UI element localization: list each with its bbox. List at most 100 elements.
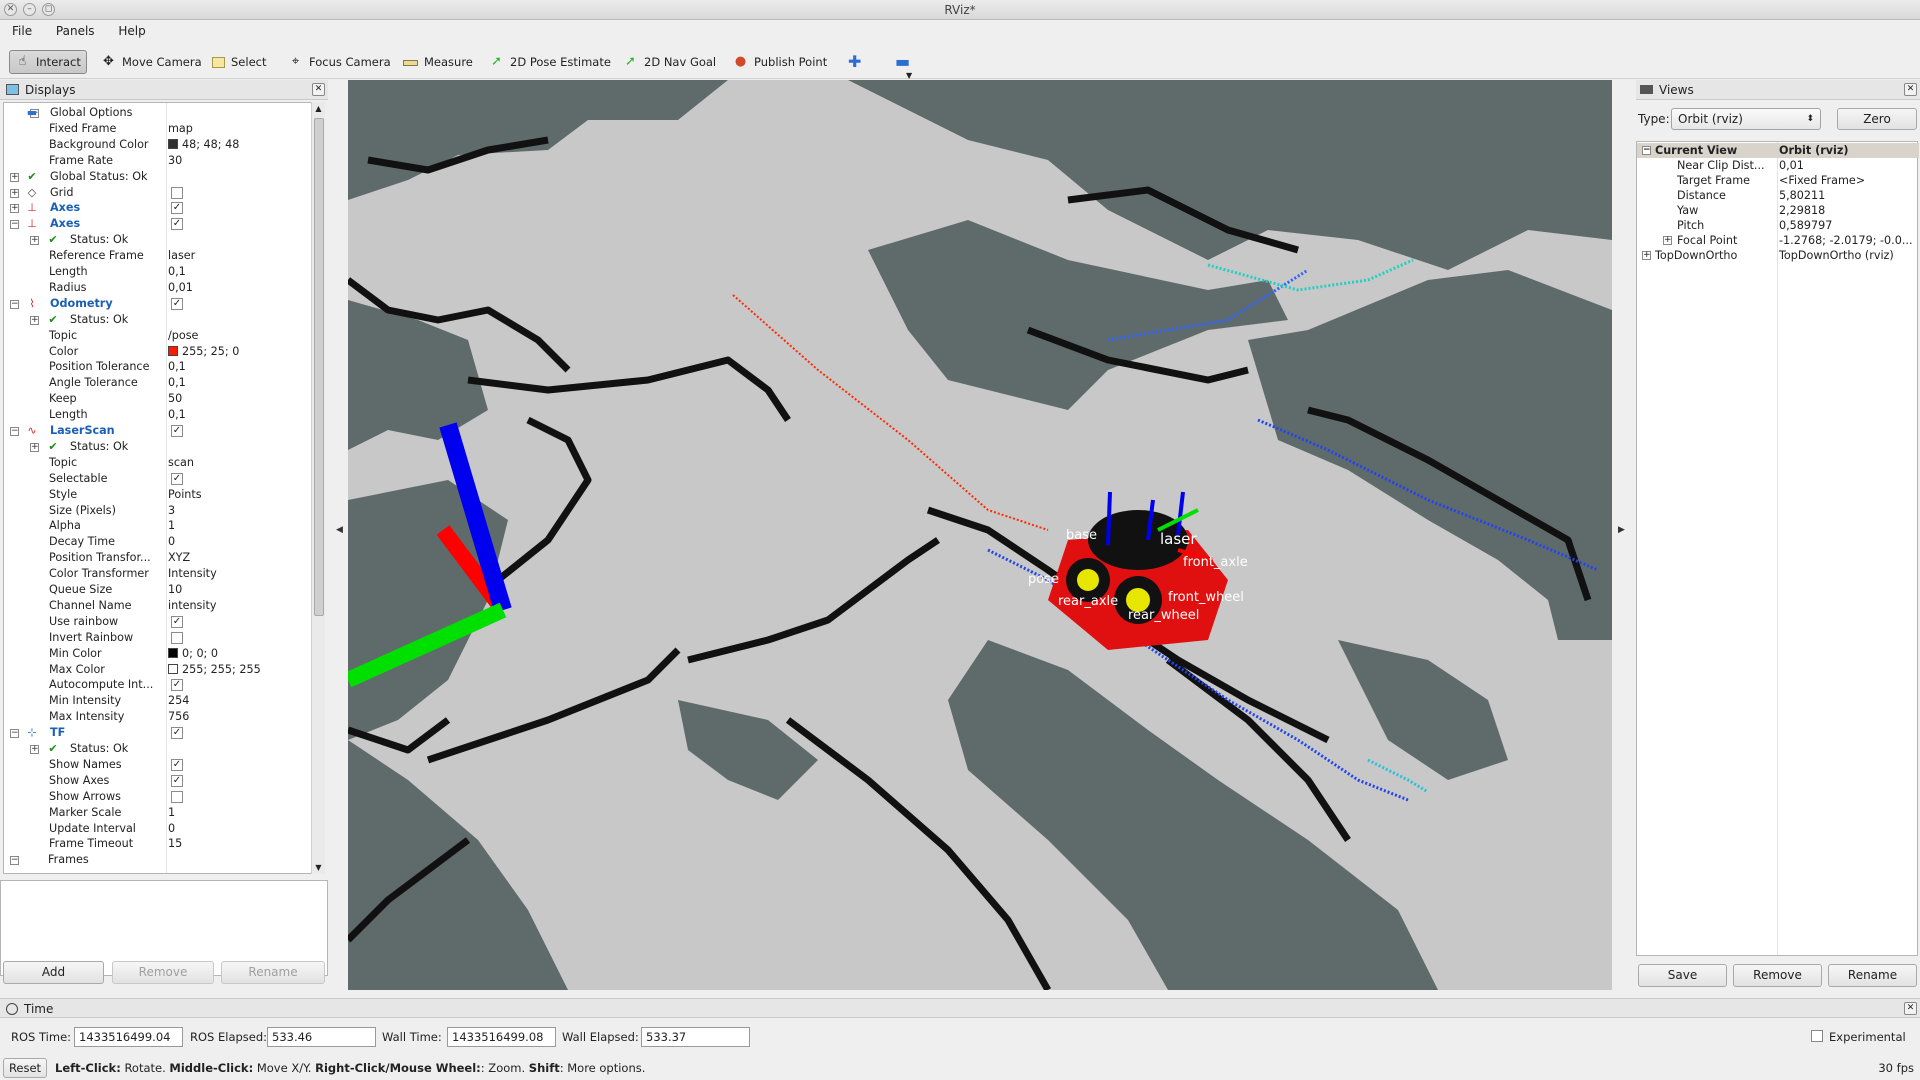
display-row[interactable]: + ⊥ Axes ✓ [4, 200, 314, 216]
display-row[interactable]: Autocompute Int... ✓ [4, 677, 314, 693]
display-row[interactable]: Alpha 1 [4, 518, 314, 534]
display-row-value[interactable]: laser [168, 248, 195, 264]
display-row[interactable]: + ✔ Status: Ok [4, 312, 314, 328]
wall-elapsed-field[interactable]: 533.37 [641, 1027, 750, 1047]
window-close-icon[interactable]: ✕ [4, 3, 17, 16]
display-row-value[interactable]: 48; 48; 48 [168, 137, 239, 153]
display-row-value[interactable]: 3 [168, 503, 175, 519]
collapse-icon[interactable]: − [10, 427, 19, 436]
display-row-value[interactable]: intensity [168, 598, 217, 614]
collapse-left-icon[interactable]: ◀ [336, 525, 343, 535]
collapse-icon[interactable]: − [10, 856, 19, 866]
display-row-value[interactable]: 50 [168, 391, 182, 407]
display-row[interactable]: Min Color 0; 0; 0 [4, 646, 314, 662]
scroll-down-icon[interactable]: ▼ [313, 863, 324, 872]
display-row[interactable]: + ✔ Status: Ok [4, 741, 314, 757]
display-row-value[interactable]: /pose [168, 328, 198, 344]
display-row[interactable]: + ✔ Status: Ok [4, 232, 314, 248]
enable-checkbox[interactable]: ✓ [171, 774, 183, 787]
display-row[interactable]: Background Color 48; 48; 48 [4, 137, 314, 153]
collapse-icon[interactable]: − [10, 299, 19, 309]
display-row-value[interactable]: 756 [168, 709, 189, 725]
focus-camera-tool[interactable]: ⌖ Focus Camera [283, 50, 396, 74]
display-row[interactable]: Topic/pose [4, 328, 314, 344]
render-viewport[interactable]: laser base front_axle pose rear_axle fro… [348, 80, 1612, 990]
display-row[interactable]: − ▬ Global Options [4, 105, 314, 121]
display-row[interactable]: Min Intensity 254 [4, 693, 314, 709]
display-row-value[interactable]: 255; 25; 0 [168, 344, 239, 360]
view-property-row[interactable]: Near Clip Dist... 0,01 [1637, 158, 1919, 173]
window-minimize-icon[interactable]: – [23, 3, 36, 16]
display-row[interactable]: Color Transformer Intensity [4, 566, 314, 582]
display-row-value[interactable]: 0,1 [168, 359, 186, 375]
display-row-value[interactable]: 0; 0; 0 [168, 646, 218, 662]
view-property-row[interactable]: + Focal Point -1.2768; -2.0179; -0.0... [1637, 233, 1919, 248]
expand-icon[interactable]: + [10, 188, 19, 198]
rename-display-button[interactable]: Rename [221, 961, 325, 984]
view-property-row[interactable]: Target Frame <Fixed Frame> [1637, 173, 1919, 188]
display-row-value[interactable]: 10 [168, 582, 182, 598]
display-row[interactable]: + ✔ Global Status: Ok [4, 169, 314, 185]
expand-icon[interactable]: + [30, 236, 39, 246]
display-row-value[interactable]: 254 [168, 693, 189, 709]
remove-display-button[interactable]: Remove [112, 961, 214, 984]
enable-checkbox[interactable]: ✓ [171, 679, 183, 692]
add-tool-button[interactable]: ✚ [843, 50, 866, 74]
zero-button[interactable]: Zero [1837, 108, 1917, 130]
scroll-up-icon[interactable]: ▲ [313, 104, 324, 113]
display-row[interactable]: Position Tolerance 0,1 [4, 359, 314, 375]
collapse-icon[interactable]: − [1642, 146, 1651, 155]
display-row[interactable]: Queue Size 10 [4, 582, 314, 598]
display-row[interactable]: Decay Time 0 [4, 534, 314, 550]
display-row-value[interactable]: 15 [168, 836, 182, 852]
collapse-right-icon[interactable]: ▶ [1618, 525, 1625, 535]
expand-icon[interactable]: + [30, 745, 39, 754]
display-row-value[interactable]: 0 [168, 534, 175, 550]
enable-checkbox[interactable]: ✓ [171, 472, 183, 485]
scroll-thumb[interactable] [314, 118, 324, 616]
menu-file[interactable]: File [0, 21, 40, 38]
ros-time-field[interactable]: 1433516499.04 [74, 1027, 183, 1047]
display-row[interactable]: Show Axes ✓ [4, 773, 314, 789]
display-row-value[interactable]: 0,01 [168, 280, 193, 296]
display-row[interactable]: Style Points [4, 487, 314, 503]
close-icon[interactable]: ✕ [1904, 83, 1917, 96]
menu-help[interactable]: Help [106, 21, 153, 38]
display-row[interactable]: Reference Frame laser [4, 248, 314, 264]
display-row-value[interactable]: Points [168, 487, 202, 503]
display-row[interactable]: Fixed Frame map [4, 121, 314, 137]
display-row-value[interactable]: 255; 255; 255 [168, 662, 261, 678]
pose-estimate-tool[interactable]: ➚ 2D Pose Estimate [484, 50, 616, 74]
display-row[interactable]: Frame Rate 30 [4, 153, 314, 169]
rename-view-button[interactable]: Rename [1828, 964, 1917, 987]
ros-elapsed-field[interactable]: 533.46 [267, 1027, 376, 1047]
enable-checkbox[interactable]: ✓ [171, 425, 183, 437]
display-row[interactable]: Size (Pixels) 3 [4, 503, 314, 519]
display-row[interactable]: Marker Scale 1 [4, 805, 314, 821]
expand-icon[interactable]: + [30, 442, 39, 452]
display-row[interactable]: Frame Timeout 15 [4, 836, 314, 852]
window-maximize-icon[interactable]: ◻ [42, 3, 55, 16]
displays-scrollbar[interactable]: ▲ ▼ [311, 102, 325, 874]
display-row[interactable]: − ⌇ Odometry ✓ [4, 296, 314, 312]
select-tool[interactable]: Select [207, 50, 271, 74]
display-row[interactable]: Show Arrows [4, 789, 314, 805]
move-camera-tool[interactable]: ✥ Move Camera [96, 50, 207, 74]
display-row-value[interactable]: 0,1 [168, 407, 186, 423]
display-row[interactable]: Topic scan [4, 455, 314, 471]
collapse-icon[interactable]: − [10, 220, 19, 230]
nav-goal-tool[interactable]: ➚ 2D Nav Goal [618, 50, 721, 74]
enable-checkbox[interactable]: ✓ [171, 758, 183, 771]
enable-checkbox[interactable]: ✓ [171, 297, 183, 310]
display-row-value[interactable]: Intensity [168, 566, 217, 582]
view-property-row[interactable]: Distance 5,80211 [1637, 188, 1919, 203]
view-property-row[interactable]: Yaw 2,29818 [1637, 203, 1919, 218]
view-property-row[interactable]: Pitch 0,589797 [1637, 218, 1919, 233]
display-row[interactable]: + ◇ Grid [4, 185, 314, 201]
enable-checkbox[interactable]: ✓ [171, 202, 183, 215]
display-row-value[interactable]: 0 [168, 821, 175, 837]
enable-checkbox[interactable]: ✓ [171, 615, 183, 628]
collapse-icon[interactable]: − [10, 729, 19, 739]
display-row[interactable]: Max Intensity 756 [4, 709, 314, 725]
reset-button[interactable]: Reset [3, 1058, 47, 1078]
